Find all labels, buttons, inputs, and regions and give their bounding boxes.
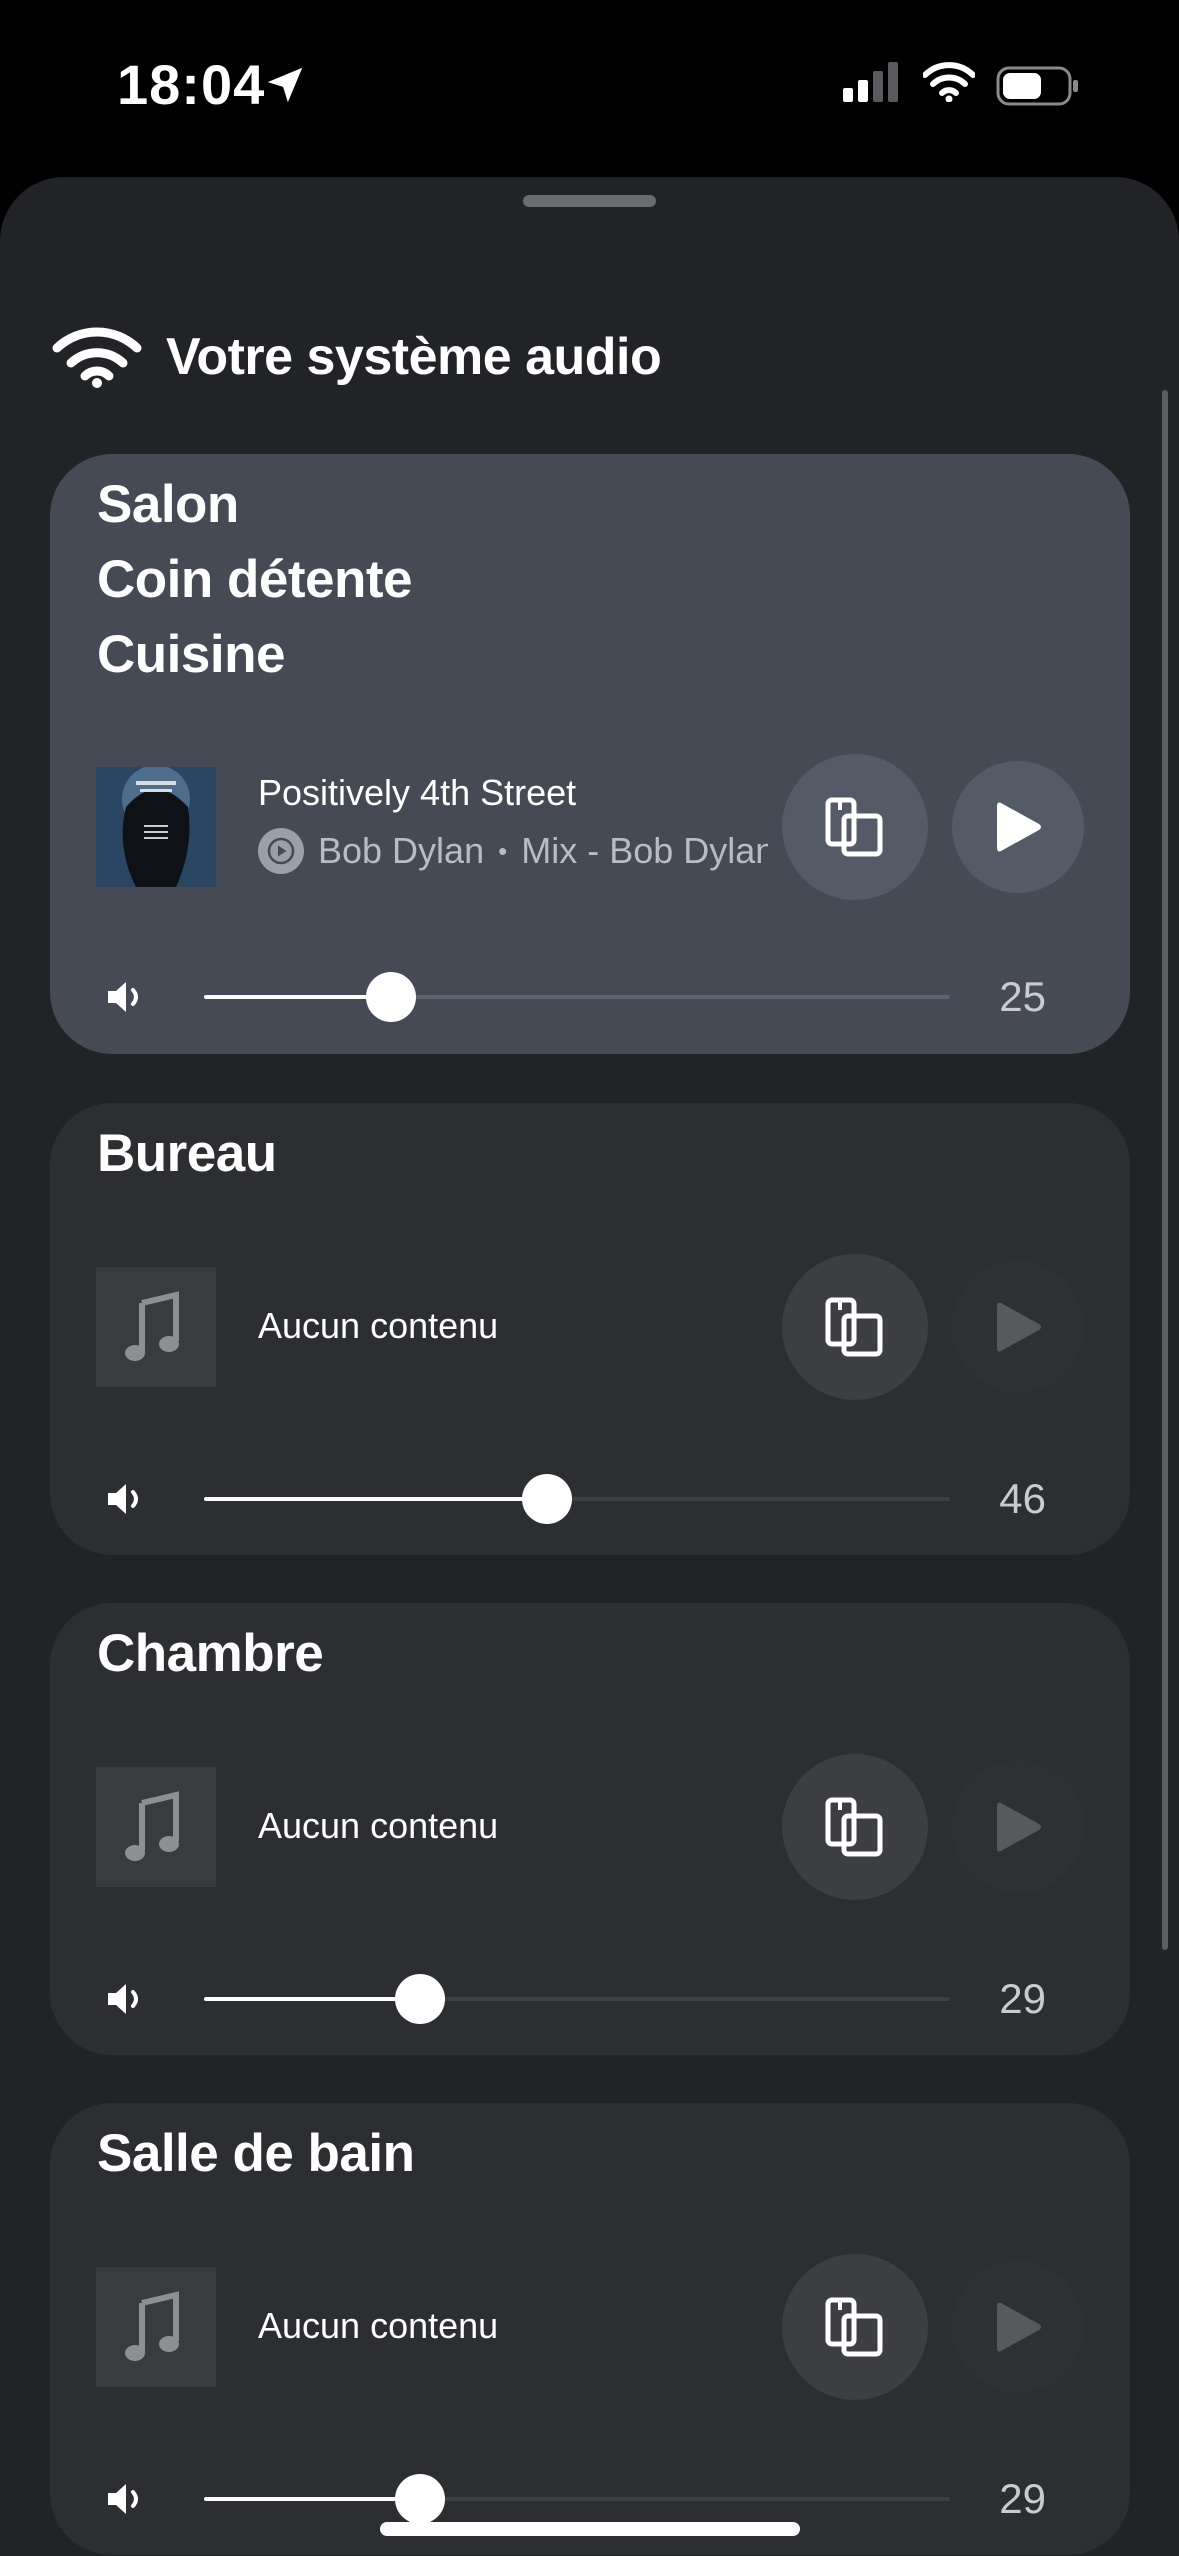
room-card-bureau[interactable]: Bureau Aucun contenu 46 [50, 1103, 1130, 1555]
room-name: Cuisine [97, 625, 285, 684]
group-devices-button[interactable] [782, 1754, 928, 1900]
volume-slider[interactable] [204, 972, 950, 1022]
cellular-signal-icon [843, 62, 898, 102]
volume-slider[interactable] [204, 2474, 950, 2524]
room-name: Bureau [97, 1124, 277, 1183]
volume-value: 29 [999, 2475, 1046, 2522]
music-note-icon [125, 1291, 179, 1361]
volume-value: 25 [999, 973, 1046, 1020]
album-art-placeholder[interactable] [96, 1767, 216, 1887]
scrollbar[interactable] [1162, 390, 1168, 1950]
room-name: Chambre [97, 1624, 324, 1683]
volume-slider-knob[interactable] [395, 1974, 446, 2024]
play-icon [997, 2302, 1041, 2352]
volume-slider-fill [204, 1497, 548, 1501]
room-name: Coin détente [97, 550, 412, 609]
play-button[interactable] [952, 761, 1084, 893]
play-button[interactable] [952, 1261, 1084, 1393]
track-title: Positively 4th Street [258, 772, 577, 813]
play-icon [997, 802, 1041, 852]
room-name: Salon [97, 475, 239, 534]
volume-slider[interactable] [204, 1974, 950, 2024]
group-devices-button[interactable] [782, 1254, 928, 1400]
room-name: Salle de bain [97, 2124, 415, 2183]
track-title: Aucun contenu [258, 1805, 499, 1846]
play-button[interactable] [952, 2261, 1084, 2393]
volume-slider[interactable] [204, 1474, 950, 1524]
volume-slider-fill [204, 1997, 421, 2001]
volume-slider-knob[interactable] [365, 972, 416, 1022]
room-card-chambre[interactable]: Chambre Aucun contenu 29 [50, 1603, 1130, 2055]
volume-value: 46 [999, 1475, 1046, 1522]
volume-slider-fill [204, 995, 391, 999]
track-title: Aucun contenu [258, 1305, 499, 1346]
devices-icon [825, 1297, 883, 1357]
speaker-icon [108, 982, 138, 1012]
status-bar: 18:04 [0, 0, 1179, 176]
status-time: 18:04 [117, 53, 266, 116]
group-devices-button[interactable] [782, 2254, 928, 2400]
volume-value: 29 [999, 1975, 1046, 2022]
wifi-icon [52, 327, 142, 388]
track-subtitle: Bob Dylan • Mix - Bob Dylan [258, 828, 768, 874]
play-icon [997, 1802, 1041, 1852]
now-playing-info[interactable]: Positively 4th Street Bob Dylan • Mix - … [258, 772, 768, 874]
sheet-grabber[interactable] [523, 195, 656, 207]
wifi-icon [923, 62, 975, 102]
subtitle-separator: • [498, 835, 508, 866]
source-name: Mix - Bob Dylan [521, 830, 768, 871]
track-title: Aucun contenu [258, 2305, 499, 2346]
devices-icon [825, 2297, 883, 2357]
volume-slider-fill [204, 2497, 421, 2501]
audio-system-sheet: Votre système audio Salon Coin détente C… [0, 177, 1179, 2556]
location-arrow-icon [267, 67, 303, 103]
play-icon [997, 1302, 1041, 1352]
volume-slider-knob[interactable] [522, 1474, 573, 1524]
sheet-title: Votre système audio [166, 328, 662, 386]
album-art[interactable] [96, 767, 216, 887]
music-note-icon [125, 1791, 179, 1861]
home-indicator[interactable] [380, 2522, 800, 2536]
battery-icon [996, 66, 1078, 106]
play-button[interactable] [952, 1761, 1084, 1893]
sheet-header: Votre système audio [52, 317, 662, 397]
album-cover-image [96, 767, 216, 887]
volume-slider-knob[interactable] [395, 2474, 446, 2524]
album-art-placeholder[interactable] [96, 2267, 216, 2387]
album-art-placeholder[interactable] [96, 1267, 216, 1387]
play-source-icon [258, 828, 304, 874]
room-card-salon[interactable]: Salon Coin détente Cuisine Positively 4t… [50, 454, 1130, 1054]
devices-icon [825, 1797, 883, 1857]
artist-name: Bob Dylan [318, 830, 485, 871]
speaker-icon [108, 2484, 138, 2514]
room-card-salle-de-bain[interactable]: Salle de bain Aucun contenu 29 [50, 2103, 1130, 2555]
devices-icon [825, 797, 883, 857]
music-note-icon [125, 2291, 179, 2361]
speaker-icon [108, 1984, 138, 2014]
group-devices-button[interactable] [782, 754, 928, 900]
speaker-icon [108, 1484, 138, 1514]
